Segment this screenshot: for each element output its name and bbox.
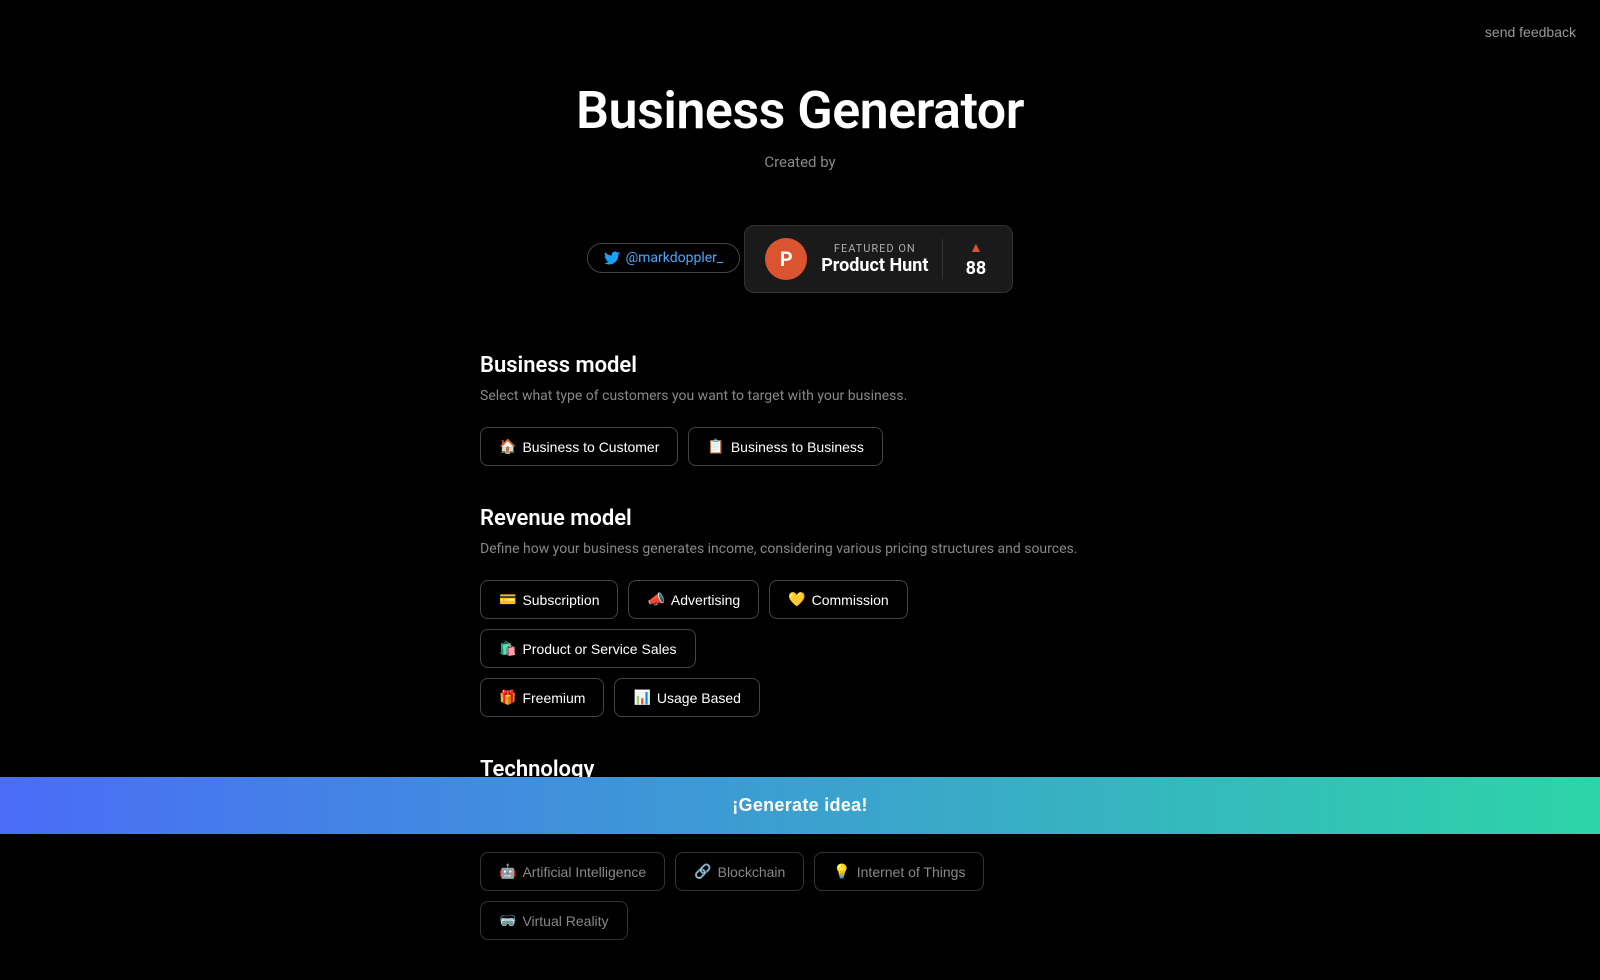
header: Business Generator Created by @markdoppl… <box>0 0 1600 293</box>
advertising-label: Advertising <box>671 592 740 608</box>
ph-vote-count: 88 <box>966 258 987 279</box>
btb-emoji: 📋 <box>707 438 724 455</box>
subscription-label: Subscription <box>522 592 599 608</box>
ai-label: Artificial Intelligence <box>522 864 646 880</box>
ph-name: Product Hunt <box>821 255 928 276</box>
freemium-label: Freemium <box>522 690 585 706</box>
vr-label: Virtual Reality <box>522 913 608 929</box>
business-model-title: Business model <box>480 353 1120 378</box>
commission-emoji: 💛 <box>788 591 805 608</box>
ph-votes: ▲ 88 <box>942 239 992 279</box>
twitter-icon <box>604 250 620 266</box>
revenue-model-options-row2: 🎁 Freemium 📊 Usage Based <box>480 678 1120 717</box>
product-hunt-badge[interactable]: P FEATURED ON Product Hunt ▲ 88 <box>744 225 1013 293</box>
advertising-emoji: 📣 <box>647 591 664 608</box>
btb-button[interactable]: 📋 Business to Business <box>688 427 883 466</box>
page-title: Business Generator <box>0 80 1600 141</box>
iot-label: Internet of Things <box>857 864 966 880</box>
btc-emoji: 🏠 <box>499 438 516 455</box>
iot-emoji: 💡 <box>833 863 850 880</box>
advertising-button[interactable]: 📣 Advertising <box>628 580 759 619</box>
ph-upvote-arrow: ▲ <box>969 239 983 256</box>
product-service-emoji: 🛍️ <box>499 640 516 657</box>
technology-options: 🤖 Artificial Intelligence 🔗 Blockchain 💡… <box>480 852 1120 940</box>
subscription-button[interactable]: 💳 Subscription <box>480 580 618 619</box>
commission-label: Commission <box>812 592 889 608</box>
ai-emoji: 🤖 <box>499 863 516 880</box>
vr-emoji: 🥽 <box>499 912 516 929</box>
generate-button[interactable]: ¡Generate idea! <box>0 777 1600 834</box>
product-service-label: Product or Service Sales <box>522 641 676 657</box>
main-content: Business model Select what type of custo… <box>460 353 1140 940</box>
usage-based-emoji: 📊 <box>633 689 650 706</box>
ph-logo: P <box>765 238 807 280</box>
business-model-desc: Select what type of customers you want t… <box>480 386 1120 407</box>
usage-based-button[interactable]: 📊 Usage Based <box>614 678 760 717</box>
business-model-options: 🏠 Business to Customer 📋 Business to Bus… <box>480 427 1120 466</box>
send-feedback-button[interactable]: send feedback <box>1485 24 1576 40</box>
iot-button[interactable]: 💡 Internet of Things <box>814 852 984 891</box>
blockchain-emoji: 🔗 <box>694 863 711 880</box>
revenue-model-section: Revenue model Define how your business g… <box>480 506 1120 717</box>
revenue-model-options: 💳 Subscription 📣 Advertising 💛 Commissio… <box>480 580 1120 668</box>
twitter-link[interactable]: @markdoppler_ <box>587 243 741 273</box>
freemium-button[interactable]: 🎁 Freemium <box>480 678 604 717</box>
revenue-model-title: Revenue model <box>480 506 1120 531</box>
generate-bar: ¡Generate idea! <box>0 777 1600 834</box>
btb-label: Business to Business <box>731 439 864 455</box>
freemium-emoji: 🎁 <box>499 689 516 706</box>
btc-button[interactable]: 🏠 Business to Customer <box>480 427 678 466</box>
revenue-model-desc: Define how your business generates incom… <box>480 539 1120 560</box>
blockchain-button[interactable]: 🔗 Blockchain <box>675 852 804 891</box>
vr-button[interactable]: 🥽 Virtual Reality <box>480 901 628 940</box>
ai-button[interactable]: 🤖 Artificial Intelligence <box>480 852 665 891</box>
product-service-button[interactable]: 🛍️ Product or Service Sales <box>480 629 696 668</box>
btc-label: Business to Customer <box>522 439 659 455</box>
commission-button[interactable]: 💛 Commission <box>769 580 907 619</box>
blockchain-label: Blockchain <box>718 864 786 880</box>
usage-based-label: Usage Based <box>657 690 741 706</box>
ph-text: FEATURED ON Product Hunt <box>821 242 928 276</box>
twitter-handle: @markdoppler_ <box>626 250 724 266</box>
created-by-label: Created by <box>0 153 1600 171</box>
business-model-section: Business model Select what type of custo… <box>480 353 1120 466</box>
ph-featured-label: FEATURED ON <box>821 242 928 255</box>
subscription-emoji: 💳 <box>499 591 516 608</box>
